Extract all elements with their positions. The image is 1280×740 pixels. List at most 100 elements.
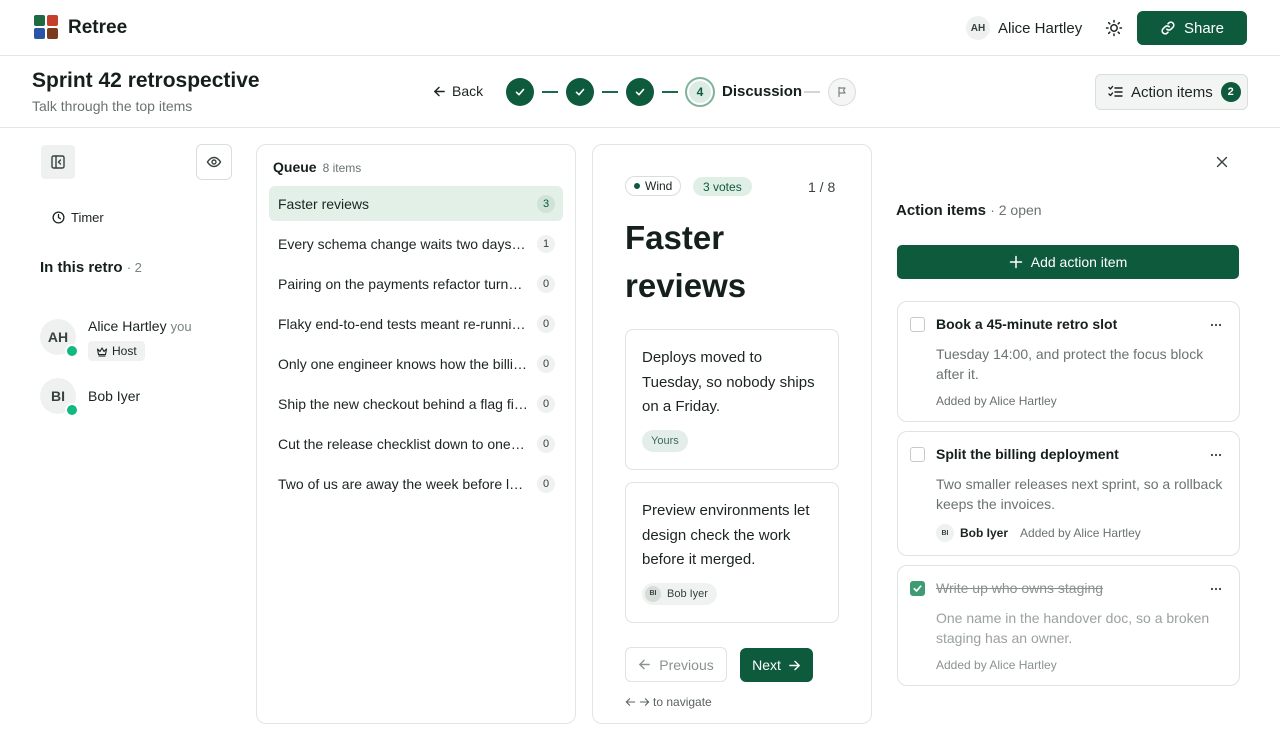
item-position: 1 / 8	[808, 179, 836, 195]
check-icon	[575, 88, 585, 96]
action-item-card: Book a 45-minute retro slot Tuesday 14:0…	[897, 301, 1240, 422]
retro-header: Sprint 42 retrospective Talk through the…	[0, 56, 1280, 128]
queue-item[interactable]: Two of us are away the week before launc…	[269, 466, 563, 501]
queue-count: 8 items	[322, 161, 362, 175]
queue-item[interactable]: Only one engineer knows how the billing …	[269, 346, 563, 381]
logo-icon	[34, 15, 58, 39]
queue-item[interactable]: Flaky end-to-end tests meant re-running …	[269, 306, 563, 341]
note-card[interactable]: Deploys moved to Tuesday, so nobody ship…	[625, 329, 839, 470]
queue-item-text: Cut the release checklist down to one pa…	[278, 435, 528, 452]
step-connector	[542, 91, 558, 93]
step-3-complete[interactable]	[626, 78, 654, 106]
queue-item-text: Only one engineer knows how the billing …	[278, 355, 528, 372]
note-card[interactable]: Preview environments let design check th…	[625, 482, 839, 623]
assignee-name: Bob Iyer	[960, 526, 1009, 540]
step-final[interactable]	[828, 78, 856, 106]
queue-item-votes: 0	[537, 315, 555, 333]
you-label: you	[170, 319, 192, 334]
user-menu[interactable]: AH Alice Hartley	[966, 16, 1082, 40]
share-label: Share	[1183, 19, 1225, 37]
host-badge: Host	[88, 341, 145, 361]
action-items-heading: Action items · 2 open	[896, 202, 1042, 219]
queue-item-votes: 0	[537, 475, 555, 493]
note-text: Preview environments let design check th…	[642, 502, 810, 568]
plus-icon	[1009, 255, 1022, 269]
crown-icon	[96, 346, 108, 357]
queue-item[interactable]: Pairing on the payments refactor turned …	[269, 266, 563, 301]
checklist-icon	[1108, 85, 1123, 99]
note-author: BI Bob Iyer	[642, 582, 717, 605]
arrow-left-icon	[639, 659, 651, 670]
queue-item-text: Ship the new checkout behind a flag firs…	[278, 395, 528, 412]
action-item-description: Tuesday 14:00, and protect the focus blo…	[936, 346, 1204, 382]
queue-item[interactable]: Ship the new checkout behind a flag firs…	[269, 386, 563, 421]
votes-chip: 3 votes	[693, 177, 752, 196]
action-items-toggle[interactable]: Action items 2	[1095, 74, 1248, 110]
participants-heading: In this retro · 2	[40, 259, 142, 276]
action-item-added-by: Added by Alice Hartley	[1020, 526, 1141, 540]
online-indicator	[65, 403, 79, 417]
arrow-left-icon	[433, 85, 446, 98]
queue-item-text: Flaky end-to-end tests meant re-running …	[278, 315, 528, 332]
action-item-description: Two smaller releases next sprint, so a r…	[936, 476, 1223, 512]
action-item-title: Split the billing deployment	[936, 446, 1119, 462]
action-item-checkbox[interactable]	[910, 317, 925, 332]
action-item-menu-button[interactable]	[1207, 446, 1225, 464]
sun-icon[interactable]	[1104, 18, 1124, 38]
action-item-card-done: Write up who owns staging One name in th…	[897, 565, 1240, 686]
timer-label: Timer	[71, 210, 104, 225]
action-item-description: One name in the handover doc, so a broke…	[936, 610, 1210, 646]
category-chip: Wind	[625, 176, 682, 196]
queue-title: Queue	[273, 159, 317, 175]
next-button[interactable]: Next	[740, 648, 813, 682]
action-item-assignee[interactable]: BI Bob Iyer	[936, 524, 1008, 542]
clock-icon	[52, 211, 65, 224]
step-2-complete[interactable]	[566, 78, 594, 106]
queue-item-text: Every schema change waits two days for a…	[278, 235, 528, 252]
participants-heading-label: In this retro	[40, 259, 123, 276]
participants-count: · 2	[126, 260, 142, 275]
arrow-right-icon	[639, 698, 650, 706]
queue-item[interactable]: Cut the release checklist down to one pa…	[269, 426, 563, 461]
author-avatar: BI	[645, 585, 661, 602]
previous-label: Previous	[659, 656, 714, 673]
action-item-menu-button[interactable]	[1207, 316, 1225, 334]
queue-item-votes: 0	[537, 355, 555, 373]
action-item-title: Write up who owns staging	[936, 580, 1104, 596]
sidebar-collapse-button[interactable]	[41, 145, 75, 179]
share-button[interactable]: Share	[1137, 11, 1247, 45]
action-items-open-count: · 2 open	[990, 202, 1042, 218]
action-item-card: Split the billing deployment Two smaller…	[897, 431, 1240, 556]
action-item-checkbox-checked[interactable]	[910, 581, 925, 596]
step-1-complete[interactable]	[506, 78, 534, 106]
eye-icon	[206, 156, 222, 168]
close-action-items-button[interactable]	[1212, 152, 1232, 172]
link-icon	[1160, 20, 1176, 36]
discussion-title: Faster reviews	[625, 219, 747, 304]
queue-item[interactable]: Every schema change waits two days for a…	[269, 226, 563, 261]
previous-button[interactable]: Previous	[625, 647, 727, 682]
action-item-title: Book a 45-minute retro slot	[936, 316, 1118, 332]
action-item-checkbox[interactable]	[910, 447, 925, 462]
step-current[interactable]: 4	[685, 77, 715, 107]
queue-panel: Queue 8 items Faster reviews 3 Every sche…	[256, 144, 576, 724]
app-name: Retree	[68, 17, 128, 38]
visibility-toggle-button[interactable]	[196, 144, 232, 180]
flag-icon	[838, 86, 846, 98]
action-item-menu-button[interactable]	[1207, 580, 1225, 598]
timer-button[interactable]: Timer	[52, 210, 104, 225]
queue-item-text: Pairing on the payments refactor turned …	[278, 275, 528, 292]
next-label: Next	[752, 657, 781, 673]
action-item-added-by: Added by Alice Hartley	[936, 658, 1057, 672]
queue-item[interactable]: Faster reviews 3	[269, 186, 563, 221]
add-action-item-button[interactable]: Add action item	[897, 245, 1239, 279]
more-icon	[1210, 587, 1222, 591]
more-icon	[1210, 323, 1222, 327]
page-subtitle: Talk through the top items	[32, 98, 193, 114]
user-name: Alice Hartley	[998, 19, 1083, 37]
action-item-meta: Added by Alice Hartley	[936, 394, 1057, 408]
back-button[interactable]: Back	[433, 83, 483, 99]
arrow-right-icon	[789, 660, 800, 670]
close-icon	[1216, 156, 1228, 168]
action-items-count-badge: 2	[1220, 82, 1241, 102]
